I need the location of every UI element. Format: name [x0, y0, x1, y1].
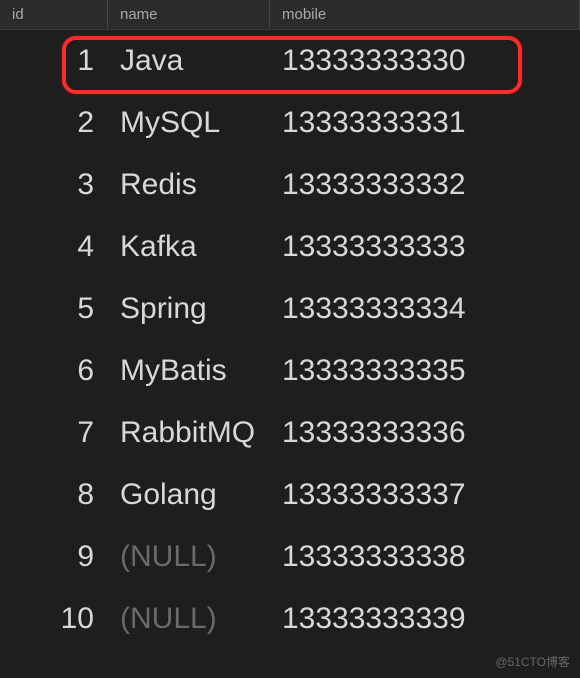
cell-id[interactable]: 10 — [0, 602, 108, 636]
cell-name[interactable]: RabbitMQ — [108, 416, 270, 450]
cell-mobile[interactable]: 13333333338 — [270, 540, 580, 574]
cell-id[interactable]: 6 — [0, 354, 108, 388]
column-header-name[interactable]: name — [108, 0, 270, 29]
table-row[interactable]: 4Kafka13333333333 — [0, 216, 580, 278]
cell-name[interactable]: (NULL) — [108, 540, 270, 574]
cell-name[interactable]: Redis — [108, 168, 270, 202]
table-row[interactable]: 7RabbitMQ13333333336 — [0, 402, 580, 464]
cell-mobile[interactable]: 13333333337 — [270, 478, 580, 512]
cell-name[interactable]: MyBatis — [108, 354, 270, 388]
cell-name[interactable]: Spring — [108, 292, 270, 326]
cell-mobile[interactable]: 13333333332 — [270, 168, 580, 202]
cell-mobile[interactable]: 13333333331 — [270, 106, 580, 140]
column-header-mobile[interactable]: mobile — [270, 0, 580, 29]
watermark-text: @51CTO博客 — [495, 653, 570, 670]
cell-name[interactable]: Java — [108, 44, 270, 78]
cell-name[interactable]: Golang — [108, 478, 270, 512]
column-header-id[interactable]: id — [0, 0, 108, 29]
cell-name[interactable]: Kafka — [108, 230, 270, 264]
cell-mobile[interactable]: 13333333335 — [270, 354, 580, 388]
table-row[interactable]: 5Spring13333333334 — [0, 278, 580, 340]
table-header-row: id name mobile — [0, 0, 580, 30]
table-row[interactable]: 8Golang13333333337 — [0, 464, 580, 526]
cell-id[interactable]: 3 — [0, 168, 108, 202]
cell-name[interactable]: (NULL) — [108, 602, 270, 636]
cell-mobile[interactable]: 13333333330 — [270, 44, 580, 78]
cell-id[interactable]: 5 — [0, 292, 108, 326]
cell-id[interactable]: 7 — [0, 416, 108, 450]
cell-mobile[interactable]: 13333333336 — [270, 416, 580, 450]
table-row[interactable]: 3Redis13333333332 — [0, 154, 580, 216]
data-table: id name mobile 1Java133333333302MySQL133… — [0, 0, 580, 650]
table-body: 1Java133333333302MySQL133333333313Redis1… — [0, 30, 580, 650]
table-row[interactable]: 2MySQL13333333331 — [0, 92, 580, 154]
cell-mobile[interactable]: 13333333334 — [270, 292, 580, 326]
cell-id[interactable]: 9 — [0, 540, 108, 574]
table-row[interactable]: 10(NULL)13333333339 — [0, 588, 580, 650]
table-row[interactable]: 6MyBatis13333333335 — [0, 340, 580, 402]
cell-mobile[interactable]: 13333333333 — [270, 230, 580, 264]
table-row[interactable]: 9(NULL)13333333338 — [0, 526, 580, 588]
cell-id[interactable]: 8 — [0, 478, 108, 512]
cell-id[interactable]: 1 — [0, 44, 108, 78]
cell-mobile[interactable]: 13333333339 — [270, 602, 580, 636]
cell-id[interactable]: 2 — [0, 106, 108, 140]
cell-id[interactable]: 4 — [0, 230, 108, 264]
table-row[interactable]: 1Java13333333330 — [0, 30, 580, 92]
cell-name[interactable]: MySQL — [108, 106, 270, 140]
